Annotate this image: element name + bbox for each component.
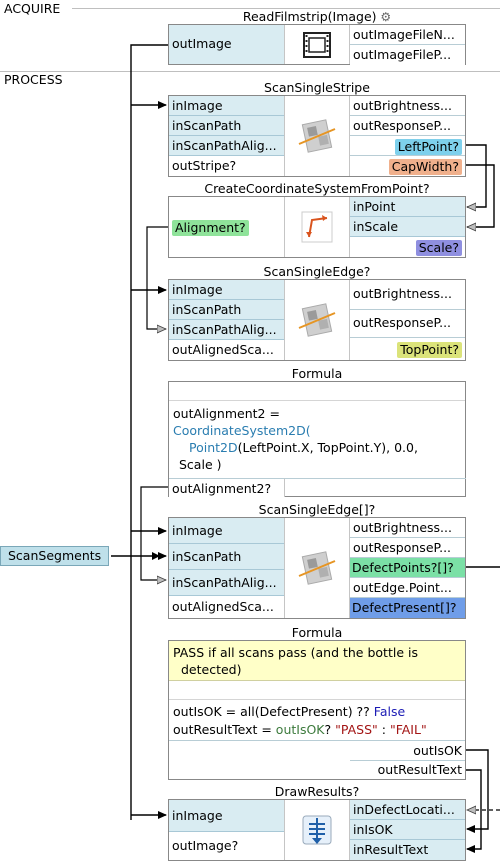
wire-leftpoint [466,144,487,207]
wire-scansegments-arrow2 [152,552,160,560]
wire-image-trunk [130,44,168,820]
connection-wires [111,44,500,853]
wire-isok [466,749,489,833]
wire-capwidth [466,164,495,227]
wire-alignment2 [140,486,168,580]
wire-alignment [146,226,168,329]
